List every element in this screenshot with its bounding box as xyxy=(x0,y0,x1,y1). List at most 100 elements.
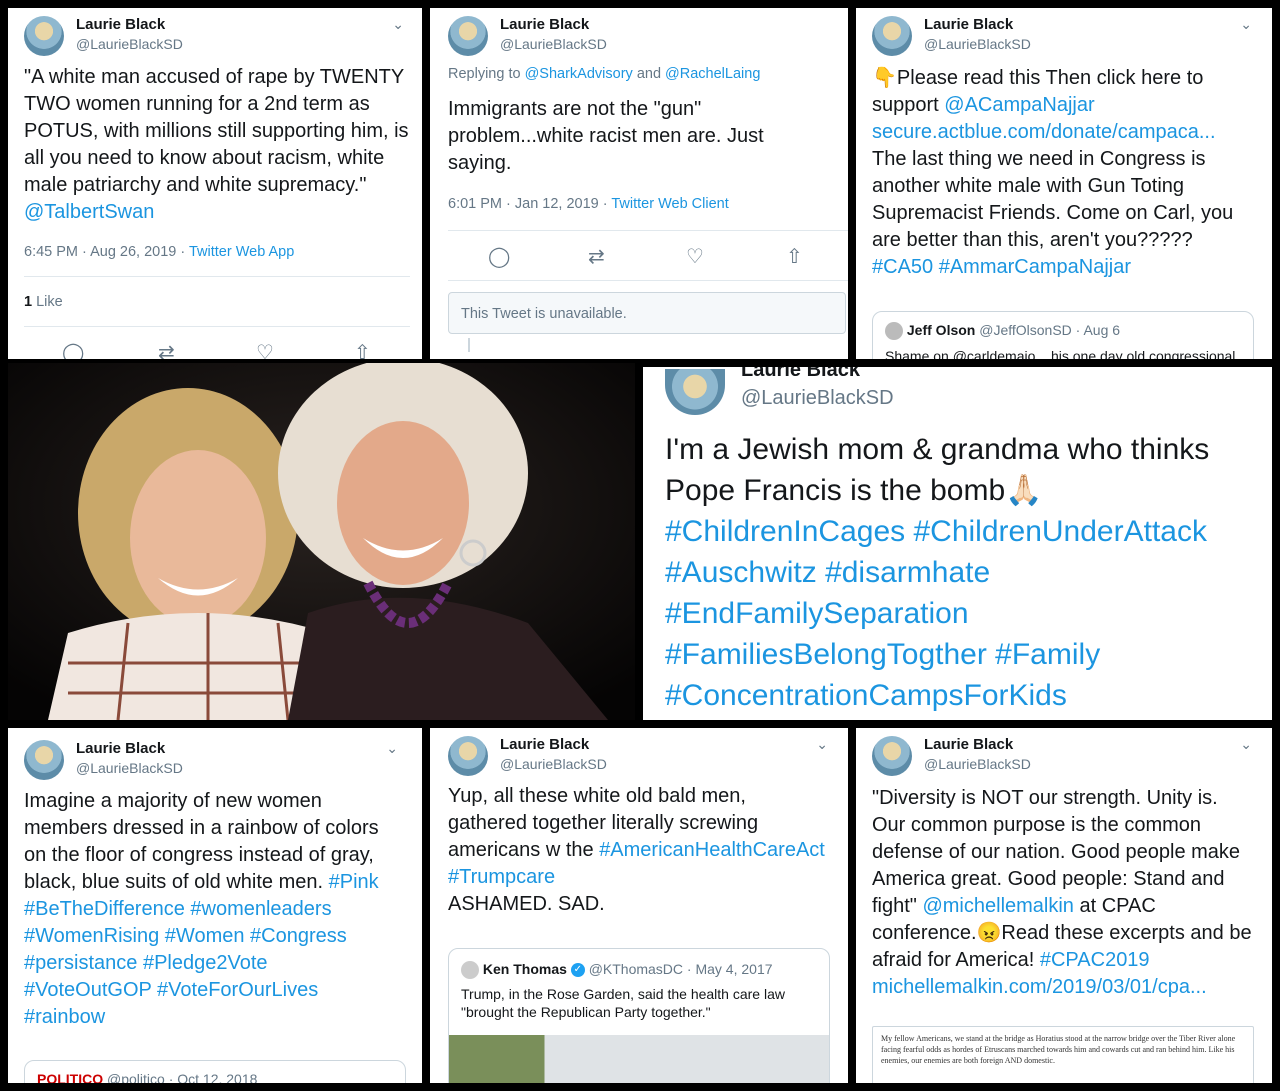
photo-illustration xyxy=(8,363,635,720)
tweet-text: I'm a Jewish mom & grandma who thinks Po… xyxy=(665,429,1265,716)
divider xyxy=(24,326,410,327)
author-handle[interactable]: @LaurieBlackSD xyxy=(924,756,1031,772)
mention-link[interactable]: @TalbertSwan xyxy=(24,201,154,223)
tweet-time[interactable]: 6:45 PM · Aug 26, 2019 · xyxy=(24,244,185,260)
author-name[interactable]: Laurie Black xyxy=(924,736,1013,753)
tweet-panel-6: Laurie Black @LaurieBlackSD ⌄ Yup, all t… xyxy=(430,728,848,1083)
tweet-body: "A white man accused of rape by TWENTY T… xyxy=(24,66,409,196)
avatar[interactable] xyxy=(872,16,912,56)
tweet-text: Imagine a majority of new women members … xyxy=(24,788,396,1031)
praying-hands-emoji: 🙏🏻 xyxy=(1005,474,1043,507)
author-handle[interactable]: @LaurieBlackSD xyxy=(76,36,183,52)
quote-author: Ken Thomas xyxy=(482,961,567,977)
chevron-down-icon[interactable]: ⌄ xyxy=(386,740,398,757)
client-link[interactable]: Twitter Web App xyxy=(189,244,294,260)
tweet-panel-7: Laurie Black @LaurieBlackSD ⌄ "Diversity… xyxy=(856,728,1272,1083)
avatar[interactable] xyxy=(24,16,64,56)
excerpt-image[interactable]: My fellow Americans, we stand at the bri… xyxy=(872,1026,1254,1083)
verified-icon: ✓ xyxy=(570,963,585,978)
author-handle[interactable]: @LaurieBlackSD xyxy=(500,756,607,772)
quote-handle: @politico · Oct 12, 2018 xyxy=(107,1071,258,1083)
chevron-down-icon[interactable]: ⌄ xyxy=(1240,16,1252,33)
like-icon[interactable]: ♡ xyxy=(686,244,704,269)
tweet-tail: ASHAMED. SAD. xyxy=(448,893,605,915)
unavailable-tweet-box: This Tweet is unavailable. xyxy=(448,292,846,334)
quote-handle: @JeffOlsonSD · Aug 6 xyxy=(979,322,1121,338)
quote-author: Jeff Olson xyxy=(906,322,976,338)
tweet-time[interactable]: 6:01 PM · Jan 12, 2019 · xyxy=(448,196,608,212)
reply-mention-2[interactable]: @RachelLaing xyxy=(665,66,760,82)
quote-text: Trump, in the Rose Garden, said the heal… xyxy=(461,986,785,1020)
tweet-header: Laurie Black @LaurieBlackSD xyxy=(448,14,840,58)
tweet-timestamp-row: 6:01 PM · Jan 12, 2019 · Twitter Web Cli… xyxy=(448,196,729,212)
mention-link[interactable]: @ACampaNajjar xyxy=(944,94,1094,116)
hashtags[interactable]: #CA50 #AmmarCampaNajjar xyxy=(872,254,1252,281)
quote-avatar xyxy=(885,322,903,341)
tweet-text: "Diversity is NOT our strength. Unity is… xyxy=(872,785,1252,1001)
tweet-panel-1: Laurie Black @LaurieBlackSD ⌄ "A white m… xyxy=(8,8,422,359)
tweet-timestamp-row: 6:45 PM · Aug 26, 2019 · Twitter Web App xyxy=(24,244,294,260)
divider xyxy=(448,230,848,231)
client-link[interactable]: Twitter Web Client xyxy=(611,196,728,212)
avatar[interactable] xyxy=(872,736,912,776)
retweet-icon[interactable]: ⇄ xyxy=(588,244,605,269)
author-handle[interactable]: @LaurieBlackSD xyxy=(924,36,1031,52)
thread-line xyxy=(468,338,470,352)
chevron-down-icon[interactable]: ⌄ xyxy=(1240,736,1252,753)
hashtag[interactable]: #CPAC2019 xyxy=(1040,949,1150,971)
quoted-tweet[interactable]: POLITICO @politico · Oct 12, 2018 xyxy=(24,1060,406,1083)
avatar[interactable] xyxy=(448,16,488,56)
tweet-header: Laurie Black @LaurieBlackSD ⌄ xyxy=(448,734,838,778)
quote-image xyxy=(449,1035,829,1083)
tweet-body: I'm a Jewish mom & grandma who thinks Po… xyxy=(665,433,1210,507)
mention-link[interactable]: @michellemalkin xyxy=(922,895,1073,917)
article-link[interactable]: michellemalkin.com/2019/03/01/cpa... xyxy=(872,974,1252,1001)
reply-icon[interactable]: ◯ xyxy=(488,244,510,269)
avatar[interactable] xyxy=(24,740,64,780)
tweet-header: Laurie Black @LaurieBlackSD ⌄ xyxy=(872,734,1262,778)
excerpt-text: My fellow Americans, we stand at the bri… xyxy=(881,1034,1236,1065)
author-handle[interactable]: @LaurieBlackSD xyxy=(500,36,607,52)
reply-mention-1[interactable]: @SharkAdvisory xyxy=(525,66,633,82)
chevron-down-icon[interactable]: ⌄ xyxy=(392,16,404,33)
avatar[interactable] xyxy=(665,369,725,415)
photo-two-women xyxy=(8,363,635,720)
author-handle[interactable]: @LaurieBlackSD xyxy=(741,387,894,410)
share-icon[interactable]: ⇧ xyxy=(786,244,803,269)
quoted-tweet[interactable]: Jeff Olson @JeffOlsonSD · Aug 6 Shame on… xyxy=(872,311,1254,359)
author-name[interactable]: Laurie Black xyxy=(924,16,1013,33)
likes-row[interactable]: 1 Like xyxy=(24,294,63,310)
tweet-body: Imagine a majority of new women members … xyxy=(24,790,379,893)
quote-handle: @KThomasDC · May 4, 2017 xyxy=(588,961,773,977)
donate-link[interactable]: secure.actblue.com/donate/campaca... xyxy=(872,119,1252,146)
tweet-panel-2: Laurie Black @LaurieBlackSD Replying to … xyxy=(430,8,848,359)
point-down-emoji: 👇 xyxy=(872,67,897,89)
like-icon[interactable]: ♡ xyxy=(256,340,274,359)
author-name[interactable]: Laurie Black xyxy=(741,367,860,382)
hashtags[interactable]: #ChildrenInCages #ChildrenUnderAttack #A… xyxy=(665,511,1265,716)
author-name[interactable]: Laurie Black xyxy=(500,736,589,753)
hashtags[interactable]: #Pink #BeTheDifference #womenleaders #Wo… xyxy=(24,871,379,1028)
author-name[interactable]: Laurie Black xyxy=(76,740,165,757)
tweet-text: Immigrants are not the "gun" problem...w… xyxy=(448,98,764,174)
share-icon[interactable]: ⇧ xyxy=(354,340,371,359)
likes-label: Like xyxy=(36,294,63,310)
tweet-panel-5: Laurie Black @LaurieBlackSD ⌄ Imagine a … xyxy=(8,728,422,1083)
author-name[interactable]: Laurie Black xyxy=(500,16,589,33)
reply-and: and xyxy=(636,66,662,82)
quote-author: POLITICO xyxy=(37,1071,104,1083)
tweet-body: The last thing we need in Congress is an… xyxy=(872,148,1234,251)
divider xyxy=(24,276,410,277)
retweet-icon[interactable]: ⇄ xyxy=(158,340,175,359)
avatar[interactable] xyxy=(448,736,488,776)
author-name[interactable]: Laurie Black xyxy=(76,16,165,33)
likes-count: 1 xyxy=(24,294,33,310)
tweet-header: Laurie Black @LaurieBlackSD ⌄ xyxy=(24,14,414,58)
tweet-text: Yup, all these white old bald men, gathe… xyxy=(448,783,828,918)
tweet-panel-3: Laurie Black @LaurieBlackSD ⌄ 👇Please re… xyxy=(856,8,1272,359)
reply-icon[interactable]: ◯ xyxy=(62,340,84,359)
quoted-tweet[interactable]: Ken Thomas ✓ @KThomasDC · May 4, 2017 Tr… xyxy=(448,948,830,1083)
tweet-header: Laurie Black @LaurieBlackSD ⌄ xyxy=(872,14,1262,58)
author-handle[interactable]: @LaurieBlackSD xyxy=(76,760,183,776)
chevron-down-icon[interactable]: ⌄ xyxy=(816,736,828,753)
